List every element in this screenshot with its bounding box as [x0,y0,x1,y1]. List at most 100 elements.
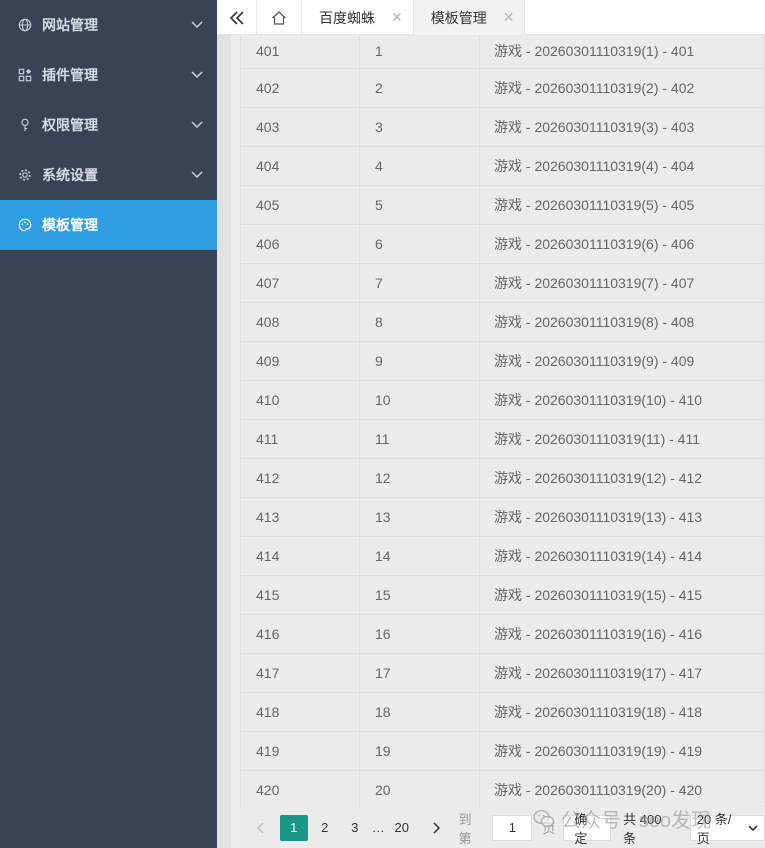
no-cell: 8 [359,302,480,342]
sidebar-item-site-management[interactable]: 网站管理 [0,0,217,50]
title-cell: 游戏 - 20260301110319(1) - 401 [479,35,765,69]
table-row[interactable]: 402 2 游戏 - 20260301110319(2) - 402 [240,68,765,108]
table-row[interactable]: 401 1 游戏 - 20260301110319(1) - 401 [240,35,765,69]
no-cell: 17 [359,653,480,693]
id-cell: 406 [240,224,360,264]
no-cell: 13 [359,497,480,537]
content-scrollbar[interactable] [217,35,231,848]
title-cell: 游戏 - 20260301110319(12) - 412 [479,458,765,498]
title-cell: 游戏 - 20260301110319(4) - 404 [479,146,765,186]
id-cell: 405 [240,185,360,225]
title-cell: 游戏 - 20260301110319(6) - 406 [479,224,765,264]
id-cell: 402 [240,68,360,108]
tab-template-management[interactable]: 模板管理 ✕ [413,0,526,35]
chevron-down-icon [191,171,203,179]
table-row[interactable]: 410 10 游戏 - 20260301110319(10) - 410 [240,380,765,420]
sidebar: 网站管理 插件管理 权限管理 系统设置 模板管理 [0,0,217,848]
page-ellipsis: … [371,820,385,835]
table-row[interactable]: 411 11 游戏 - 20260301110319(11) - 411 [240,419,765,459]
page-button-2[interactable]: 2 [310,815,340,841]
title-cell: 游戏 - 20260301110319(5) - 405 [479,185,765,225]
no-cell: 11 [359,419,480,459]
sidebar-item-label: 插件管理 [42,67,98,83]
title-cell: 游戏 - 20260301110319(8) - 408 [479,302,765,342]
collapse-sidebar-button[interactable] [217,0,257,35]
table-row[interactable]: 407 7 游戏 - 20260301110319(7) - 407 [240,263,765,303]
sidebar-item-plugin-management[interactable]: 插件管理 [0,50,217,100]
no-cell: 1 [359,35,480,69]
table-row[interactable]: 405 5 游戏 - 20260301110319(5) - 405 [240,185,765,225]
no-cell: 5 [359,185,480,225]
sidebar-item-label: 模板管理 [42,217,98,233]
no-cell: 6 [359,224,480,264]
table-row[interactable]: 416 16 游戏 - 20260301110319(16) - 416 [240,614,765,654]
chevron-right-icon [433,821,440,834]
prev-page-button[interactable] [240,815,280,841]
sidebar-item-template-management[interactable]: 模板管理 [0,200,217,250]
goto-page-input[interactable] [492,814,533,841]
id-cell: 403 [240,107,360,147]
chevron-down-icon [191,121,203,129]
table-row[interactable]: 417 17 游戏 - 20260301110319(17) - 417 [240,653,765,693]
home-tab[interactable] [257,0,302,35]
no-cell: 14 [359,536,480,576]
home-icon [272,10,286,25]
id-cell: 409 [240,341,360,381]
no-cell: 4 [359,146,480,186]
table-row[interactable]: 404 4 游戏 - 20260301110319(4) - 404 [240,146,765,186]
no-cell: 18 [359,692,480,732]
no-cell: 2 [359,68,480,108]
table-row[interactable]: 413 13 游戏 - 20260301110319(13) - 413 [240,497,765,537]
watermark-text: 公众号 · seo发现 [561,810,712,832]
chevron-down-icon [191,21,203,29]
title-cell: 游戏 - 20260301110319(9) - 409 [479,341,765,381]
tab-baidu-spider[interactable]: 百度蜘蛛 ✕ [302,0,414,35]
goto-label: 到第 [458,811,472,846]
title-cell: 游戏 - 20260301110319(2) - 402 [479,68,765,108]
id-cell: 407 [240,263,360,303]
table-row[interactable]: 414 14 游戏 - 20260301110319(14) - 414 [240,536,765,576]
sidebar-item-label: 网站管理 [42,17,98,33]
table-row[interactable]: 420 20 游戏 - 20260301110319(20) - 420 [240,770,765,807]
page-button-1[interactable]: 1 [279,814,308,841]
tab-label: 模板管理 [430,9,487,26]
id-cell: 416 [240,614,360,654]
id-cell: 420 [240,770,360,807]
no-cell: 16 [359,614,480,654]
title-cell: 游戏 - 20260301110319(19) - 419 [479,731,765,771]
table-row[interactable]: 409 9 游戏 - 20260301110319(9) - 409 [240,341,765,381]
no-cell: 19 [359,731,480,771]
wechat-icon [533,809,555,827]
no-cell: 10 [359,380,480,420]
no-cell: 9 [359,341,480,381]
no-cell: 20 [359,770,480,807]
id-cell: 415 [240,575,360,615]
table-row[interactable]: 403 3 游戏 - 20260301110319(3) - 403 [240,107,765,147]
close-icon[interactable]: ✕ [503,9,515,26]
id-cell: 404 [240,146,360,186]
table-row[interactable]: 419 19 游戏 - 20260301110319(19) - 419 [240,731,765,771]
page-button-3[interactable]: 3 [340,815,370,841]
id-cell: 410 [240,380,360,420]
page-button-last[interactable]: 20 [387,815,417,841]
title-cell: 游戏 - 20260301110319(15) - 415 [479,575,765,615]
table-row[interactable]: 408 8 游戏 - 20260301110319(8) - 408 [240,302,765,342]
table-row[interactable]: 415 15 游戏 - 20260301110319(15) - 415 [240,575,765,615]
title-cell: 游戏 - 20260301110319(11) - 411 [479,419,765,459]
no-cell: 7 [359,263,480,303]
table-row[interactable]: 412 12 游戏 - 20260301110319(12) - 412 [240,458,765,498]
table-row[interactable]: 406 6 游戏 - 20260301110319(6) - 406 [240,224,765,264]
tab-bar: 百度蜘蛛 ✕ 模板管理 ✕ [217,0,765,35]
title-cell: 游戏 - 20260301110319(17) - 417 [479,653,765,693]
table-row[interactable]: 418 18 游戏 - 20260301110319(18) - 418 [240,692,765,732]
chevron-down-icon [191,71,203,79]
title-cell: 游戏 - 20260301110319(10) - 410 [479,380,765,420]
close-icon[interactable]: ✕ [391,9,403,26]
sidebar-item-permission-management[interactable]: 权限管理 [0,100,217,150]
id-cell: 414 [240,536,360,576]
id-cell: 408 [240,302,360,342]
sidebar-item-system-settings[interactable]: 系统设置 [0,150,217,200]
title-cell: 游戏 - 20260301110319(14) - 414 [479,536,765,576]
next-page-button[interactable] [417,815,457,841]
id-cell: 412 [240,458,360,498]
